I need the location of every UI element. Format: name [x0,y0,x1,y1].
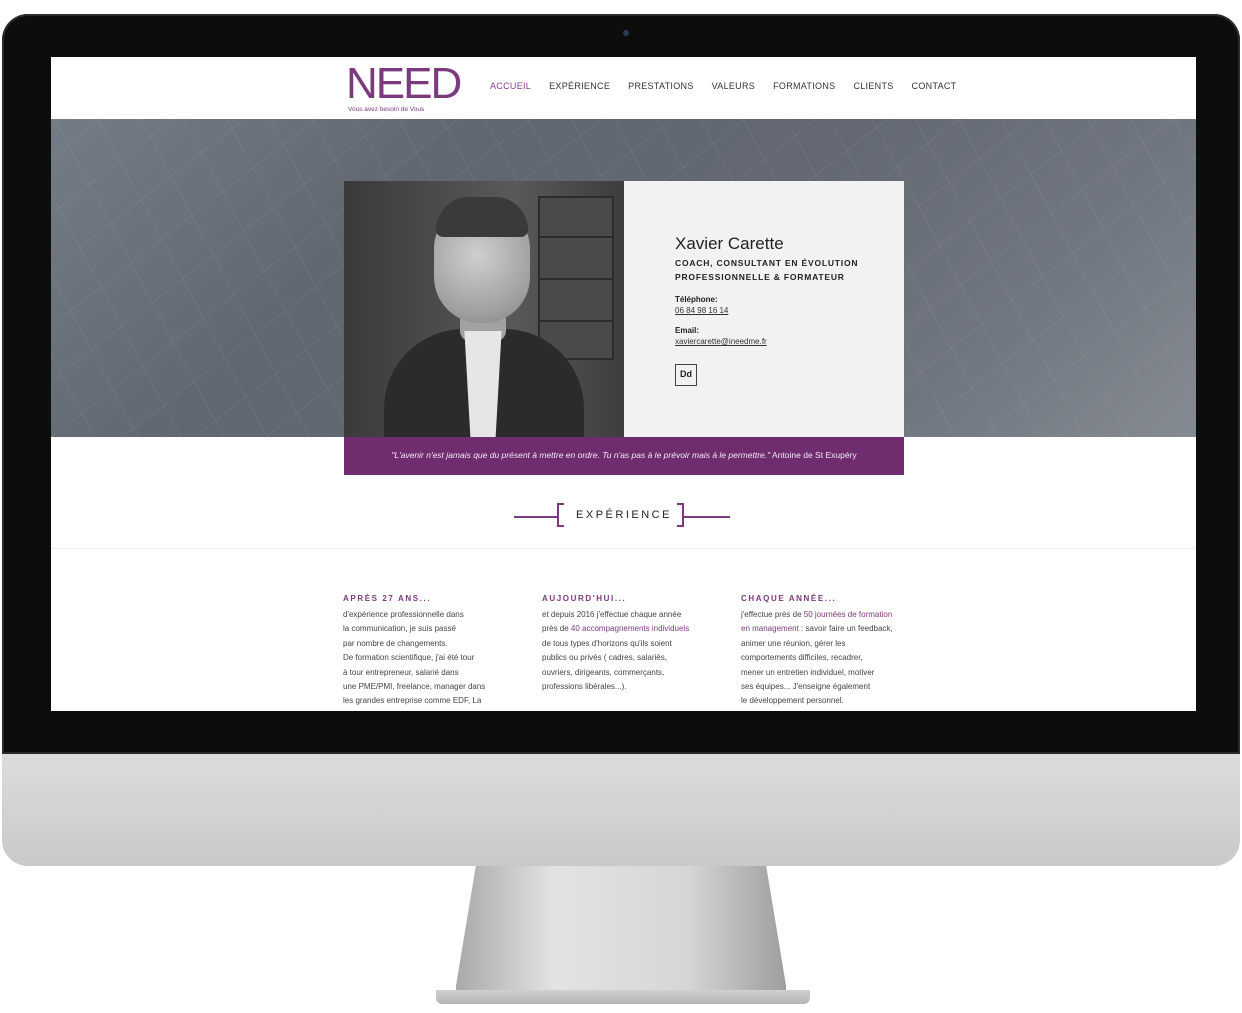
experience-column-2: AUJOURD'HUI... et depuis 2016 j'effectue… [542,594,707,694]
text-line: publics ou privés ( cadres, salariés, [542,653,667,663]
monitor-stand-foot [436,990,810,1004]
vcard-download-icon[interactable]: Dd [675,364,697,386]
column-title: AUJOURD'HUI... [542,594,627,603]
text-line: une PME/PMI, freelance, manager dans [343,682,486,692]
text-line: comportements difficiles, recadrer, [741,653,863,663]
right-bracket-icon [677,503,684,527]
contact-card: Xavier Carette COACH, CONSULTANT EN ÉVOL… [624,181,904,437]
person-name: Xavier Carette [675,234,784,253]
quote-text: "L'avenir n'est jamais que du présent à … [391,450,771,460]
text-line: les grandes entreprise comme EDF, La [343,696,482,706]
column-title: CHAQUE ANNÉE... [741,594,837,603]
website-screen: NEED Vous avez besoin de Vous ACCUEIL EX… [51,57,1196,711]
phone-link[interactable]: 06 84 98 16 14 [675,306,728,315]
logo-tagline: Vous avez besoin de Vous [348,106,425,113]
text-line: de tous types d'horizons qu'ils soient [542,638,672,648]
monitor-stand [456,866,786,996]
text-line: d'expérience professionnelle dans [343,610,464,619]
nav-item-accueil[interactable]: ACCUEIL [490,81,540,91]
text-line: ouvriers, dirigeants, commerçants, [542,667,665,677]
text-line: à tour entrepreneur, salarié dans [343,667,459,677]
main-nav: ACCUEIL EXPÉRIENCE PRESTATIONS VALEURS F… [490,81,965,91]
experience-column-3: CHAQUE ANNÉE... j'effectue près de 50 jo… [741,594,906,709]
text-line: mener un entretien individuel, motiver [741,667,875,677]
highlight-text: 50 journées de formation [803,610,893,619]
column-title: APRÈS 27 ANS... [343,594,432,603]
quote-banner: "L'avenir n'est jamais que du présent à … [344,437,904,475]
text-line: De formation scientifique, j'ai été tour [343,653,475,663]
text-line: le développement personnel. [741,696,844,706]
text-line: par nombre de changements. [343,638,448,648]
bookshelf-background [538,196,614,360]
quote: "L'avenir n'est jamais que du présent à … [344,450,904,460]
nav-item-formations[interactable]: FORMATIONS [764,81,844,91]
site-header: NEED Vous avez besoin de Vous ACCUEIL EX… [51,57,1196,120]
column-text: j'effectue près de 50 journées de format… [741,608,906,709]
nav-item-contact[interactable]: CONTACT [903,81,966,91]
email-link[interactable]: xaviercarette@ineedme.fr [675,337,767,346]
column-text: et depuis 2016 j'effectue chaque année p… [542,608,707,694]
email-label: Email: [675,326,700,335]
camera-icon [623,30,629,36]
text-line: animer une réunion, gérer les [741,638,846,648]
section-title: EXPÉRIENCE [576,509,672,521]
text-line: la communication, je suis passé [343,624,456,634]
nav-item-clients[interactable]: CLIENTS [844,81,902,91]
text-line: et depuis 2016 j'effectue chaque année [542,610,682,619]
monitor-chin [2,754,1240,866]
highlight-text: 40 accompagnements individuels [570,624,690,634]
nav-item-experience[interactable]: EXPÉRIENCE [540,81,619,91]
portrait-photo [344,181,624,437]
column-text: d'expérience professionnelle dans la com… [343,608,508,709]
nav-item-prestations[interactable]: PRESTATIONS [619,81,702,91]
left-bracket-icon [557,503,564,527]
person-role: COACH, CONSULTANT EN ÉVOLUTION PROFESSIO… [675,258,859,282]
experience-column-1: APRÈS 27 ANS... d'expérience professionn… [343,594,508,709]
text-line: en management : savoir faire un feedback… [741,624,893,634]
quote-author: Antoine de St Exupéry [772,450,857,460]
text-line: j'effectue près de 50 journées de format… [741,610,893,619]
site-logo[interactable]: NEED Vous avez besoin de Vous [346,62,462,117]
nav-item-valeurs[interactable]: VALEURS [703,81,764,91]
section-divider [51,548,1196,549]
text-line: professions libérales...). [542,682,627,692]
section-heading: EXPÉRIENCE [514,503,730,529]
logo-mark: NEED [346,59,462,108]
text-line: ses équipes... J'enseigne également [741,682,871,692]
phone-label: Téléphone: [675,295,718,304]
highlight-text: en management [741,624,799,634]
text-line: près de 40 accompagnements individuels [542,624,690,634]
